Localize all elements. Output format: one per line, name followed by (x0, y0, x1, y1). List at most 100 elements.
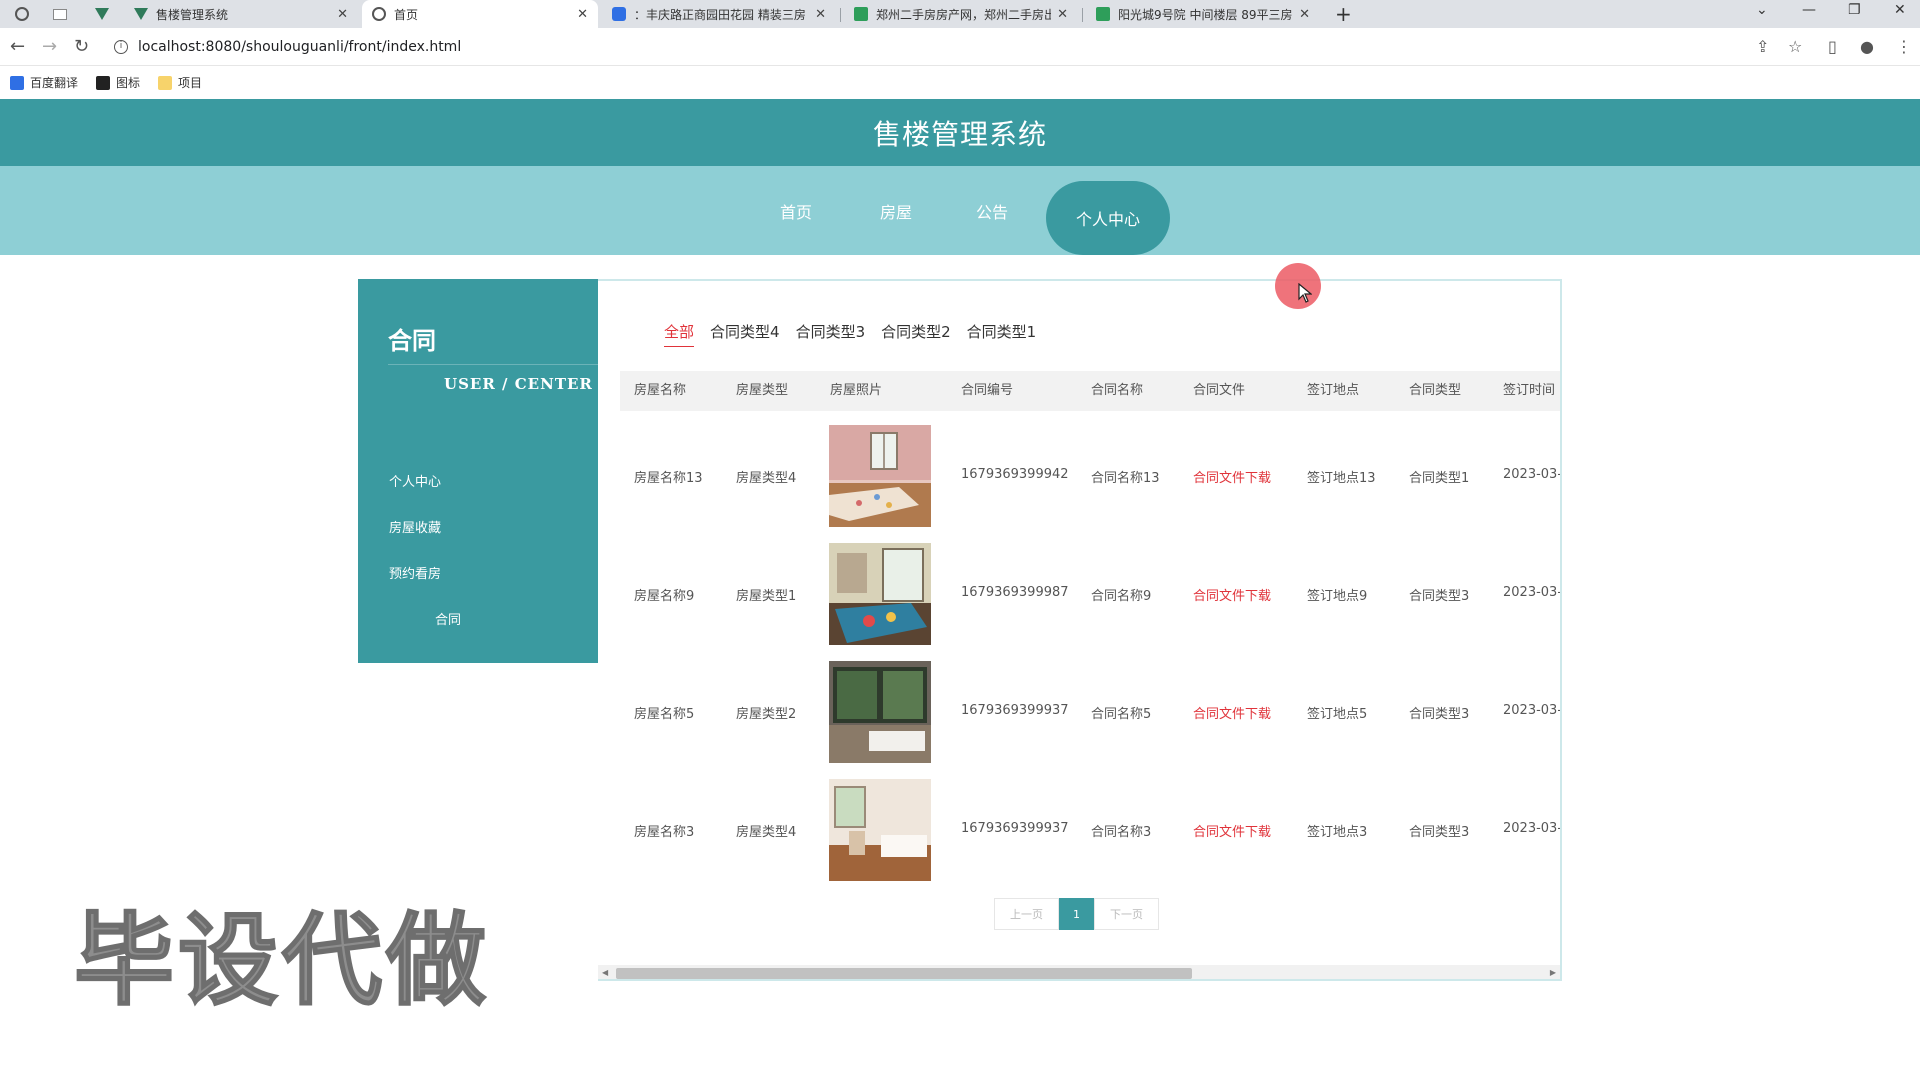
table-row[interactable]: 房屋名称5 房屋类型2 1679369399937 合同名称5 合同文件下载 签… (620, 653, 1560, 771)
filter-type3[interactable]: 合同类型3 (796, 321, 866, 347)
close-icon[interactable]: ✕ (577, 7, 588, 22)
browser-tab-bar: 售楼管理系统 ✕ 首页 ✕ ：丰庆路正商园田花园 精装三房 ✕ 郑州二手房房产网… (0, 0, 1920, 28)
scrollbar-thumb[interactable] (616, 968, 1192, 979)
nav-home[interactable]: 首页 (770, 166, 822, 255)
tab-title: 阳光城9号院 中间楼层 89平三房 (1118, 7, 1293, 22)
contract-download-link[interactable]: 合同文件下载 (1193, 703, 1271, 722)
vue-icon (134, 8, 148, 20)
sidebar-title: 合同 (388, 327, 436, 355)
address-bar[interactable]: i localhost:8080/shoulouguanli/front/ind… (104, 33, 1784, 61)
nav-user-center[interactable]: 个人中心 (1046, 181, 1170, 255)
cell-contract-type: 合同类型1 (1409, 471, 1470, 486)
sidebar-item-viewings[interactable]: 预约看房 (389, 563, 441, 582)
col-house-name: 房屋名称 (634, 383, 687, 398)
star-icon[interactable]: ☆ (1788, 37, 1802, 56)
new-tab-icon[interactable]: + (1335, 2, 1352, 26)
sidebar-item-contracts[interactable]: 合同 (435, 609, 461, 628)
nav-notices[interactable]: 公告 (966, 166, 1018, 255)
filter-type4[interactable]: 合同类型4 (710, 321, 780, 347)
tab-0[interactable]: 售楼管理系统 ✕ (124, 0, 358, 28)
cell-contract-no: 1679369399987 (961, 585, 1069, 600)
cell-house-type: 房屋类型1 (736, 589, 797, 604)
pinned-tab-blank[interactable] (44, 0, 76, 28)
pinned-tab-vue[interactable] (86, 0, 118, 28)
green-logo-icon (854, 7, 868, 21)
url-text: localhost:8080/shoulouguanli/front/index… (138, 39, 462, 55)
close-icon[interactable]: ✕ (1299, 7, 1310, 22)
filter-type2[interactable]: 合同类型2 (881, 321, 951, 347)
page-1-button[interactable]: 1 (1059, 898, 1094, 930)
nav-houses[interactable]: 房屋 (870, 166, 922, 255)
sidepanel-icon[interactable]: ▯ (1828, 37, 1837, 56)
main-nav: 首页 房屋 公告 个人中心 (0, 166, 1920, 255)
house-photo[interactable] (829, 779, 931, 881)
globe-icon (372, 7, 386, 21)
forward-icon[interactable]: → (42, 36, 57, 57)
sidebar-subtitle: USER / CENTER (444, 375, 593, 393)
tab-title: 售楼管理系统 (156, 7, 229, 22)
scroll-right-icon[interactable]: ▶ (1550, 968, 1556, 977)
tab-2[interactable]: ：丰庆路正商园田花园 精装三房 ✕ (602, 0, 836, 28)
cell-contract-name: 合同名称5 (1091, 707, 1152, 722)
tab-4[interactable]: 阳光城9号院 中间楼层 89平三房 ✕ (1086, 0, 1320, 28)
mouse-cursor-icon (1298, 282, 1313, 307)
contract-download-link[interactable]: 合同文件下载 (1193, 467, 1271, 486)
close-icon[interactable]: ✕ (337, 7, 348, 22)
house-photo[interactable] (829, 425, 931, 527)
filter-all[interactable]: 全部 (664, 321, 695, 347)
cell-contract-name: 合同名称13 (1091, 471, 1160, 486)
close-window-icon[interactable]: ✕ (1894, 2, 1906, 18)
house-photo[interactable] (829, 661, 931, 763)
cell-house-type: 房屋类型4 (736, 471, 797, 486)
bookmark-baidu-translate[interactable]: 百度翻译 (10, 74, 78, 91)
tab-search-icon[interactable]: ⌄ (1756, 2, 1768, 18)
tab-title: ：丰庆路正商园田花园 精装三房 (634, 7, 806, 22)
minimize-icon[interactable]: — (1802, 2, 1816, 18)
bookmark-label: 百度翻译 (30, 76, 79, 90)
menu-icon[interactable]: ⋮ (1896, 37, 1912, 56)
watermark-text: 毕设代做 (73, 901, 490, 1020)
globe-icon (15, 7, 29, 21)
sidebar-item-favorites[interactable]: 房屋收藏 (389, 517, 441, 536)
cell-sign-time: 2023-03- (1503, 585, 1562, 600)
tab-1[interactable]: 首页 ✕ (362, 0, 598, 28)
info-icon[interactable]: i (114, 40, 128, 54)
tab-3[interactable]: 郑州二手房房产网，郑州二手房出 ✕ (844, 0, 1078, 28)
scroll-left-icon[interactable]: ◀ (602, 968, 608, 977)
cell-contract-no: 1679369399937 (961, 703, 1069, 718)
filter-type1[interactable]: 合同类型1 (967, 321, 1037, 347)
share-icon[interactable]: ⇪ (1756, 37, 1769, 56)
bookmark-icons[interactable]: 图标 (96, 74, 140, 91)
cell-house-name: 房屋名称5 (634, 707, 695, 722)
prev-page-button[interactable]: 上一页 (994, 898, 1059, 930)
close-icon[interactable]: ✕ (815, 7, 826, 22)
sidebar-item-user-center[interactable]: 个人中心 (389, 471, 441, 490)
site-header: 售楼管理系统 (0, 99, 1920, 166)
browser-toolbar: ← → ↻ i localhost:8080/shoulouguanli/fro… (0, 28, 1920, 66)
image-icon (96, 75, 111, 90)
col-contract-name: 合同名称 (1091, 383, 1144, 398)
horizontal-scrollbar[interactable]: ◀ ▶ (598, 965, 1560, 979)
table-row[interactable]: 房屋名称9 房屋类型1 1679369399987 合同名称9 合同文件下载 签… (620, 535, 1562, 653)
table-row[interactable]: 房屋名称3 房屋类型4 1679369399937 合同名称3 合同文件下载 签… (620, 771, 1560, 889)
close-icon[interactable]: ✕ (1057, 7, 1068, 22)
house-photo[interactable] (829, 543, 931, 645)
sidebar: 合同 USER / CENTER 个人中心 房屋收藏 预约看房 合同 (358, 279, 598, 663)
restore-icon[interactable]: ❐ (1848, 2, 1861, 18)
cell-contract-type: 合同类型3 (1409, 707, 1470, 722)
contract-download-link[interactable]: 合同文件下载 (1193, 585, 1271, 604)
table-row[interactable]: 房屋名称13 房屋类型4 1679369399942 合同名称13 合同文件下载… (620, 417, 1560, 535)
pinned-tab-globe[interactable] (6, 0, 38, 28)
reload-icon[interactable]: ↻ (74, 36, 89, 57)
cell-contract-type: 合同类型3 (1409, 589, 1470, 604)
page-icon (53, 8, 67, 20)
profile-icon[interactable]: ● (1860, 37, 1874, 56)
contract-download-link[interactable]: 合同文件下载 (1193, 821, 1271, 840)
col-house-type: 房屋类型 (736, 383, 789, 398)
cell-house-name: 房屋名称13 (634, 471, 703, 486)
bookmark-project[interactable]: 项目 (158, 74, 202, 91)
cell-sign-place: 签订地点13 (1307, 471, 1376, 486)
next-page-button[interactable]: 下一页 (1094, 898, 1159, 930)
tab-title: 首页 (394, 7, 419, 22)
back-icon[interactable]: ← (10, 36, 25, 57)
